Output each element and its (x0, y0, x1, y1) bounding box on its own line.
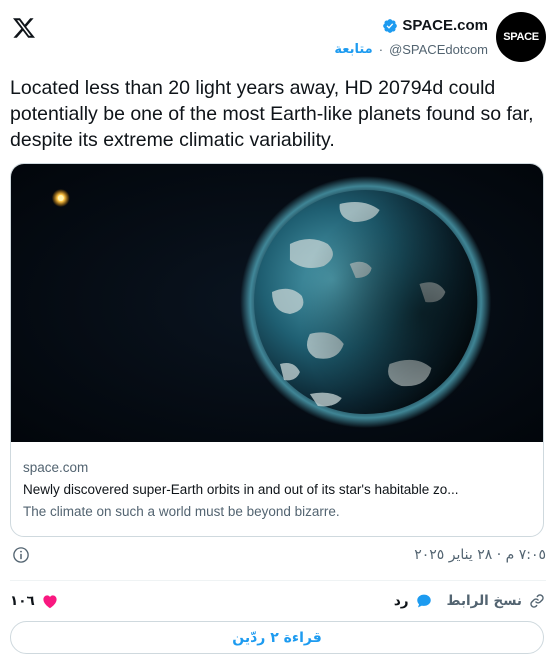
action-bar: ١٠٦ رد نسخ الرابط (10, 588, 546, 614)
separator-dot: · (378, 42, 384, 57)
author-sub-row: متابعة · @SPACEdotcom (334, 42, 488, 57)
divider (10, 580, 546, 581)
copy-link-button[interactable]: نسخ الرابط (447, 592, 546, 610)
avatar-text: SPACE (503, 31, 539, 43)
card-title[interactable]: Newly discovered super-Earth orbits in a… (23, 481, 531, 499)
follow-button[interactable]: متابعة (334, 42, 372, 57)
avatar[interactable]: SPACE (496, 12, 546, 62)
reply-button[interactable]: رد (394, 592, 433, 610)
link-icon (530, 594, 544, 608)
tweet-timestamp[interactable]: ٧:٠٥ م · ٢٨ يناير ٢٠٢٥ (414, 547, 546, 563)
author-name-row: SPACE.com (382, 17, 488, 34)
heart-icon (43, 595, 57, 609)
author-handle[interactable]: @SPACEdotcom (389, 42, 488, 57)
reply-bubble-icon (416, 594, 431, 608)
read-replies-button[interactable]: قراءة ٢ ردّين (10, 621, 544, 654)
planet-image[interactable] (11, 164, 543, 442)
card-description: The climate on such a world must be beyo… (23, 504, 340, 519)
x-logo-icon[interactable] (12, 16, 36, 40)
tweet-text: Located less than 20 light years away, H… (10, 77, 534, 151)
author-display-name[interactable]: SPACE.com (402, 17, 488, 34)
info-icon[interactable] (12, 546, 30, 564)
verified-badge-icon (383, 18, 398, 33)
like-count: ١٠٦ (10, 593, 35, 609)
like-button[interactable]: ١٠٦ (10, 592, 59, 610)
card-domain: space.com (23, 460, 89, 475)
card-meta: space.com Newly discovered super-Earth o… (11, 442, 543, 521)
reply-label: رد (393, 593, 409, 609)
link-card[interactable]: space.com Newly discovered super-Earth o… (10, 163, 544, 537)
copy-link-label: نسخ الرابط (446, 593, 522, 609)
tweet-header: SPACE SPACE.com متابعة · @SPACEdotcom (0, 10, 560, 66)
